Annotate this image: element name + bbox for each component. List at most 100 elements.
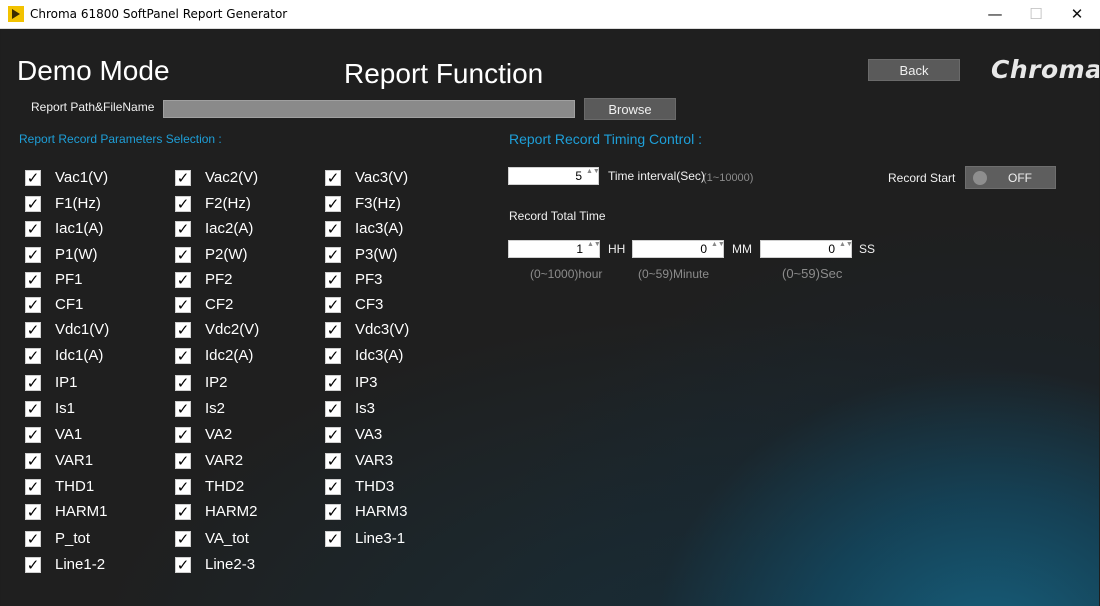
checkbox-checked-icon[interactable]: ✓ — [175, 375, 191, 391]
mm-range: (0~59)Minute — [638, 267, 710, 281]
checkbox-checked-icon[interactable]: ✓ — [25, 427, 41, 443]
param-label: CF1 — [55, 296, 84, 313]
param-label: VAR3 — [355, 452, 394, 469]
ss-range: (0~59)Sec — [782, 266, 843, 281]
browse-button[interactable]: Browse — [584, 98, 676, 120]
checkbox-checked-icon[interactable]: ✓ — [175, 401, 191, 417]
checkbox-checked-icon[interactable]: ✓ — [175, 557, 191, 573]
title-bar: Chroma 61800 SoftPanel Report Generator … — [0, 0, 1100, 29]
checkbox-checked-icon[interactable]: ✓ — [325, 453, 341, 469]
page-title: Report Function — [344, 58, 544, 89]
checkbox-checked-icon[interactable]: ✓ — [325, 322, 341, 338]
minimize-button[interactable]: — — [972, 0, 1018, 28]
app-icon — [8, 6, 24, 22]
checkbox-checked-icon[interactable]: ✓ — [175, 453, 191, 469]
param-label: PF2 — [205, 271, 233, 288]
checkbox-checked-icon[interactable]: ✓ — [25, 557, 41, 573]
param-label: Idc2(A) — [205, 347, 254, 364]
spin-arrows-icon[interactable]: ▲▼ — [587, 241, 601, 257]
spin-arrows-icon[interactable]: ▲▼ — [839, 241, 853, 257]
checkbox-checked-icon[interactable]: ✓ — [175, 427, 191, 443]
checkbox-checked-icon[interactable]: ✓ — [325, 479, 341, 495]
checkbox-checked-icon[interactable]: ✓ — [25, 272, 41, 288]
main-panel: Demo Mode Report Function Back Chroma Re… — [1, 29, 1099, 606]
checkbox-checked-icon[interactable]: ✓ — [25, 479, 41, 495]
checkbox-checked-icon[interactable]: ✓ — [175, 170, 191, 186]
checkbox-checked-icon[interactable]: ✓ — [175, 348, 191, 364]
param-label: VA2 — [205, 426, 233, 443]
checkbox-checked-icon[interactable]: ✓ — [175, 196, 191, 212]
param-label: PF1 — [55, 271, 83, 288]
checkbox-checked-icon[interactable]: ✓ — [175, 322, 191, 338]
checkbox-checked-icon[interactable]: ✓ — [25, 453, 41, 469]
checkbox-checked-icon[interactable]: ✓ — [175, 531, 191, 547]
param-label: CF2 — [205, 296, 234, 313]
chroma-logo: Chroma — [991, 55, 1099, 84]
param-label: Vdc1(V) — [55, 321, 110, 338]
spin-arrows-icon[interactable]: ▲▼ — [586, 168, 600, 184]
hh-label: HH — [608, 242, 626, 256]
param-label: IP1 — [55, 374, 78, 391]
checkbox-checked-icon[interactable]: ✓ — [25, 375, 41, 391]
checkbox-checked-icon[interactable]: ✓ — [325, 401, 341, 417]
checkbox-checked-icon[interactable]: ✓ — [25, 322, 41, 338]
param-label: VAR2 — [205, 452, 244, 469]
checkbox-checked-icon[interactable]: ✓ — [325, 247, 341, 263]
record-start-toggle[interactable]: OFF — [965, 166, 1056, 189]
back-button[interactable]: Back — [868, 59, 960, 81]
checkbox-checked-icon[interactable]: ✓ — [25, 401, 41, 417]
param-label: Vac2(V) — [205, 169, 259, 186]
interval-input[interactable]: 5 ▲▼ — [508, 167, 600, 185]
param-label: Iac2(A) — [205, 220, 254, 237]
timing-section-title: Report Record Timing Control : — [509, 131, 702, 147]
param-label: P2(W) — [205, 246, 248, 263]
param-label: THD1 — [55, 478, 95, 495]
close-button[interactable]: ✕ — [1054, 0, 1100, 28]
checkbox-checked-icon[interactable]: ✓ — [25, 297, 41, 313]
param-label: F3(Hz) — [355, 195, 401, 212]
checkbox-checked-icon[interactable]: ✓ — [25, 348, 41, 364]
path-input[interactable] — [163, 100, 575, 118]
checkbox-checked-icon[interactable]: ✓ — [25, 196, 41, 212]
hh-input[interactable]: 1 ▲▼ — [508, 240, 601, 258]
checkbox-checked-icon[interactable]: ✓ — [325, 272, 341, 288]
param-label: P1(W) — [55, 246, 98, 263]
checkbox-checked-icon[interactable]: ✓ — [325, 196, 341, 212]
checkbox-checked-icon[interactable]: ✓ — [175, 221, 191, 237]
param-label: Line2-3 — [205, 556, 256, 573]
checkbox-checked-icon[interactable]: ✓ — [175, 247, 191, 263]
param-label: HARM1 — [55, 503, 108, 520]
total-time-label: Record Total Time — [509, 209, 606, 223]
mm-input[interactable]: 0 ▲▼ — [632, 240, 725, 258]
checkbox-checked-icon[interactable]: ✓ — [325, 297, 341, 313]
checkbox-checked-icon[interactable]: ✓ — [325, 504, 341, 520]
checkbox-checked-icon[interactable]: ✓ — [175, 272, 191, 288]
param-label: Vac1(V) — [55, 169, 109, 186]
checkbox-checked-icon[interactable]: ✓ — [325, 375, 341, 391]
checkbox-checked-icon[interactable]: ✓ — [25, 170, 41, 186]
checkbox-checked-icon[interactable]: ✓ — [25, 531, 41, 547]
param-label: P3(W) — [355, 246, 398, 263]
checkbox-checked-icon[interactable]: ✓ — [325, 531, 341, 547]
ss-input[interactable]: 0 ▲▼ — [760, 240, 853, 258]
maximize-button[interactable]: ☐ — [1013, 0, 1059, 28]
checkbox-checked-icon[interactable]: ✓ — [25, 221, 41, 237]
path-label: Report Path&FileName — [31, 100, 155, 114]
param-label: VAR1 — [55, 452, 94, 469]
mm-label: MM — [732, 242, 752, 256]
param-label: VA1 — [55, 426, 83, 443]
param-label: VA_tot — [205, 530, 249, 547]
checkbox-checked-icon[interactable]: ✓ — [325, 427, 341, 443]
checkbox-checked-icon[interactable]: ✓ — [25, 504, 41, 520]
checkbox-checked-icon[interactable]: ✓ — [175, 297, 191, 313]
checkbox-checked-icon[interactable]: ✓ — [325, 170, 341, 186]
param-label: Is2 — [205, 400, 226, 417]
checkbox-checked-icon[interactable]: ✓ — [175, 479, 191, 495]
spin-arrows-icon[interactable]: ▲▼ — [711, 241, 725, 257]
param-label: Is3 — [355, 400, 376, 417]
checkbox-checked-icon[interactable]: ✓ — [325, 348, 341, 364]
checkbox-checked-icon[interactable]: ✓ — [175, 504, 191, 520]
checkbox-checked-icon[interactable]: ✓ — [25, 247, 41, 263]
param-label: IP2 — [205, 374, 228, 391]
checkbox-checked-icon[interactable]: ✓ — [325, 221, 341, 237]
